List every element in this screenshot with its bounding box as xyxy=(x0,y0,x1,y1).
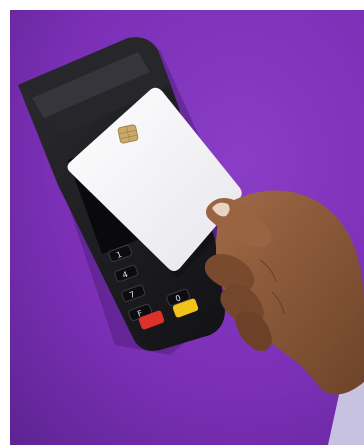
payment-photo: 1 4 7 F 0 xyxy=(10,10,364,445)
card-chip xyxy=(117,124,139,144)
photo-canvas: 1 4 7 F 0 xyxy=(10,10,364,445)
